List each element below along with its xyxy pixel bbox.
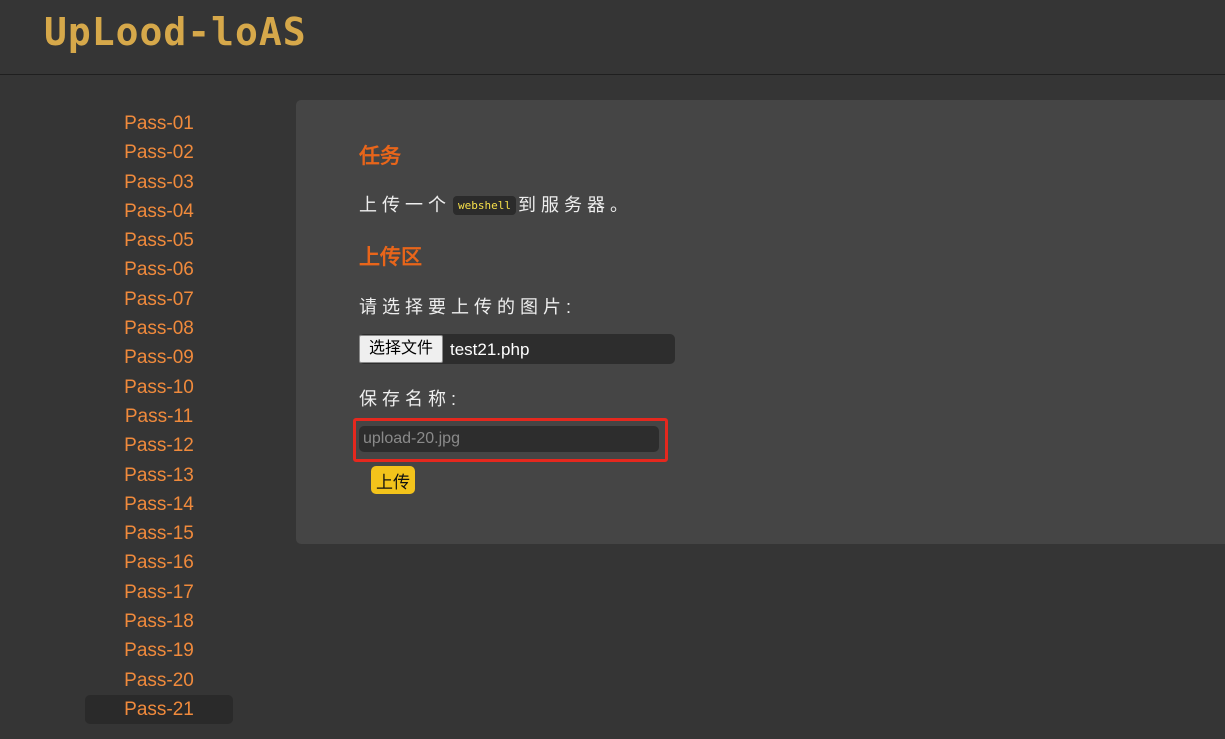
task-text-after: 到服务器。 [517, 195, 633, 215]
save-name-highlight [353, 418, 668, 462]
task-text-before: 上传一个 [359, 195, 451, 215]
sidebar-item-pass-11[interactable]: Pass-11 [85, 402, 233, 431]
sidebar-nav: Pass-01 Pass-02 Pass-03 Pass-04 Pass-05 … [85, 109, 233, 725]
save-name-input[interactable] [359, 426, 659, 452]
sidebar-item-pass-13[interactable]: Pass-13 [85, 461, 233, 490]
sidebar-item-pass-08[interactable]: Pass-08 [85, 314, 233, 343]
sidebar-item-pass-07[interactable]: Pass-07 [85, 285, 233, 314]
sidebar-item-pass-19[interactable]: Pass-19 [85, 636, 233, 665]
sidebar-item-pass-15[interactable]: Pass-15 [85, 519, 233, 548]
sidebar-item-pass-18[interactable]: Pass-18 [85, 607, 233, 636]
sidebar-item-pass-21[interactable]: Pass-21 [85, 694, 233, 725]
choose-file-button[interactable]: 选择文件 [359, 335, 443, 363]
upload-area-title: 上传区 [359, 246, 422, 269]
upload-submit-button[interactable]: 上传 [371, 466, 415, 494]
save-name-label: 保存名称: [359, 389, 462, 409]
sidebar-item-pass-02[interactable]: Pass-02 [85, 138, 233, 167]
webshell-code: webshell [453, 196, 516, 215]
sidebar-item-pass-09[interactable]: Pass-09 [85, 343, 233, 372]
task-title: 任务 [359, 145, 401, 168]
sidebar-item-pass-17[interactable]: Pass-17 [85, 578, 233, 607]
sidebar-item-pass-12[interactable]: Pass-12 [85, 431, 233, 460]
main-panel: 任务 上传一个 webshell 到服务器。 上传区 请选择要上传的图片: 选择文件… [296, 100, 1225, 544]
sidebar-item-pass-14[interactable]: Pass-14 [85, 490, 233, 519]
sidebar-item-pass-04[interactable]: Pass-04 [85, 197, 233, 226]
site-logo[interactable]: UpLood-loAS [44, 10, 307, 54]
sidebar-item-pass-20[interactable]: Pass-20 [85, 666, 233, 695]
task-description: 上传一个 webshell 到服务器。 [359, 191, 633, 217]
sidebar-item-pass-16[interactable]: Pass-16 [85, 548, 233, 577]
sidebar-item-pass-06[interactable]: Pass-06 [85, 255, 233, 284]
selected-file-name: test21.php [450, 340, 530, 359]
choose-image-label: 请选择要上传的图片: [359, 297, 577, 317]
sidebar-item-pass-05[interactable]: Pass-05 [85, 226, 233, 255]
file-picker[interactable]: 选择文件 test21.php [359, 334, 675, 364]
sidebar-item-pass-01[interactable]: Pass-01 [85, 109, 233, 138]
sidebar-item-pass-03[interactable]: Pass-03 [85, 168, 233, 197]
header: UpLood-loAS [0, 0, 1225, 75]
sidebar-item-pass-10[interactable]: Pass-10 [85, 373, 233, 402]
